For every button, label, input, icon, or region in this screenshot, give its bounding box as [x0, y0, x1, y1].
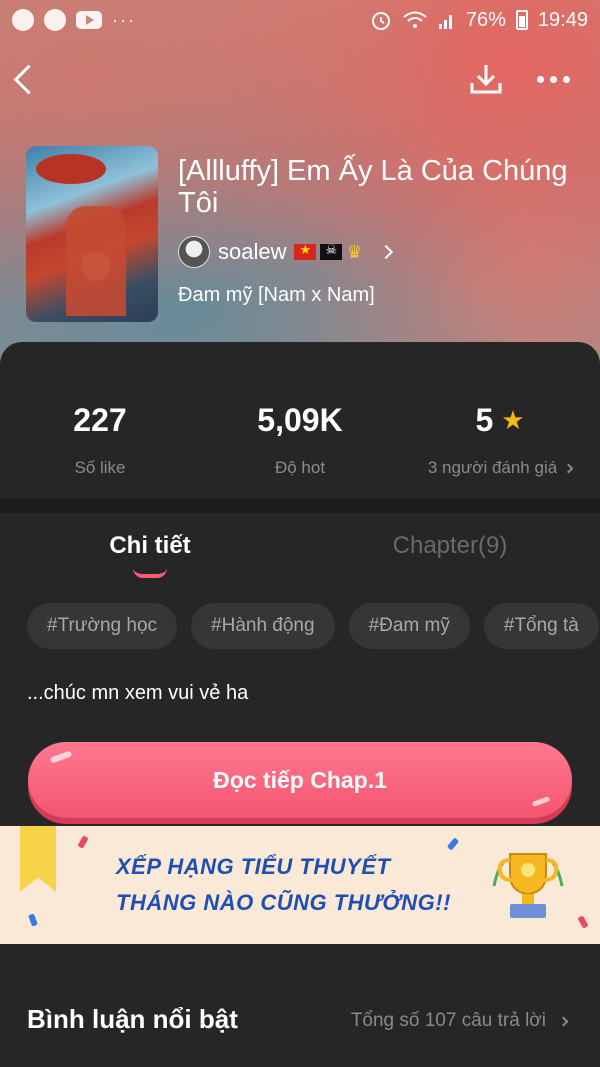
trophy-icon	[492, 853, 564, 918]
continue-reading-label: Đọc tiếp Chap.1	[213, 766, 387, 793]
more-dot-icon	[549, 75, 557, 83]
ranking-promo-banner[interactable]: XẾP HẠNG TIỂU THUYẾT THÁNG NÀO CŨNG THƯỞ…	[0, 826, 600, 944]
cover-figure	[81, 251, 111, 281]
tab-detail[interactable]: Chi tiết	[0, 532, 300, 560]
book-title: [Allluffy] Em Ấy Là Của Chúng Tôi	[178, 155, 568, 219]
wifi-icon	[403, 11, 427, 28]
more-dot-icon	[536, 75, 544, 83]
continue-reading-button[interactable]: Đọc tiếp Chap.1	[28, 742, 572, 818]
tag-chip[interactable]: #Đam mỹ	[348, 603, 470, 649]
hot-label: Độ hot	[274, 458, 326, 477]
comments-header: Bình luận nổi bật Tổng số 107 câu trả lờ…	[27, 1002, 577, 1042]
comments-total-label: Tổng số 107 câu trả lời	[350, 1010, 546, 1031]
pinterest-icon	[44, 9, 66, 31]
comments-title: Bình luận nổi bật	[27, 1004, 238, 1034]
battery-icon	[515, 10, 528, 30]
stats-row: 227 Số like 5,09K Độ hot 5 ★ 3 người đán…	[0, 342, 600, 497]
book-genre: Đam mỹ [Nam x Nam]	[178, 284, 375, 306]
author-badges: ♛	[294, 241, 363, 263]
hot-value: 5,09K	[257, 401, 343, 438]
rating-label: 3 người đánh giá	[427, 458, 558, 477]
tab-chapters[interactable]: Chapter(9)	[300, 532, 600, 560]
rating-stat[interactable]: 5 ★ 3 người đánh giá	[400, 400, 600, 478]
active-tab-indicator	[133, 568, 167, 578]
content-card: 227 Số like 5,09K Độ hot 5 ★ 3 người đán…	[0, 342, 600, 1067]
author-avatar	[178, 236, 210, 268]
crown-icon: ♛	[346, 241, 363, 262]
confetti-decoration	[77, 835, 89, 849]
more-options-button[interactable]	[530, 59, 576, 99]
tag-chip[interactable]: #Trường học	[27, 603, 178, 649]
hot-stat: 5,09K Độ hot	[200, 400, 400, 478]
status-bar: ··· 76% 19:49	[0, 0, 600, 40]
banner-line-2: THÁNG NÀO CŨNG THƯỞNG!!	[116, 890, 451, 915]
back-button[interactable]	[10, 61, 40, 97]
alarm-icon	[371, 12, 390, 30]
rating-link[interactable]: 3 người đánh giá	[400, 458, 600, 478]
tag-chip[interactable]: #Hành động	[191, 603, 335, 649]
chevron-right-icon	[378, 244, 393, 260]
chevron-right-icon	[558, 1016, 569, 1026]
tiktok-icon	[12, 9, 34, 31]
all-comments-link[interactable]: Tổng số 107 câu trả lời	[350, 1010, 569, 1032]
book-cover-image[interactable]	[26, 146, 158, 322]
rating-value: 5	[475, 401, 494, 438]
more-dot-icon	[562, 75, 570, 83]
tag-chip[interactable]: #Tổng tà	[483, 603, 599, 649]
confetti-decoration	[577, 915, 589, 929]
author-link[interactable]: soalew ♛	[178, 236, 393, 268]
signal-icon	[438, 15, 452, 29]
book-description: ...chúc mn xem vui vẻ ha	[27, 682, 249, 704]
star-icon: ★	[501, 404, 525, 435]
clock: 19:49	[537, 8, 588, 31]
bookmark-ribbon-icon	[20, 826, 56, 892]
confetti-decoration	[28, 913, 38, 927]
chevron-right-icon	[563, 463, 574, 473]
tag-list: #Trường học #Hành động #Đam mỹ #Tổng tà	[27, 603, 599, 649]
pirate-flag-icon	[320, 242, 343, 260]
likes-stat: 227 Số like	[0, 400, 200, 478]
hero-header: ··· 76% 19:49 [Allluffy] Em Ấy Là Của Ch…	[0, 0, 600, 380]
vietnam-flag-icon	[294, 242, 317, 260]
youtube-icon	[76, 11, 102, 29]
rating-value-row: 5 ★	[400, 400, 600, 440]
banner-line-1: XẾP HẠNG TIỂU THUYẾT	[116, 854, 391, 879]
confetti-decoration	[446, 837, 460, 851]
author-name: soalew	[218, 239, 287, 264]
notification-more-icon: ···	[112, 9, 136, 30]
tab-bar: Chi tiết Chapter(9)	[0, 522, 600, 582]
battery-percent: 76%	[465, 8, 506, 31]
likes-label: Số like	[74, 458, 126, 477]
download-icon	[470, 65, 502, 94]
download-button[interactable]	[466, 59, 506, 99]
top-navigation	[0, 55, 600, 105]
likes-value: 227	[73, 401, 127, 438]
section-divider	[0, 499, 600, 513]
